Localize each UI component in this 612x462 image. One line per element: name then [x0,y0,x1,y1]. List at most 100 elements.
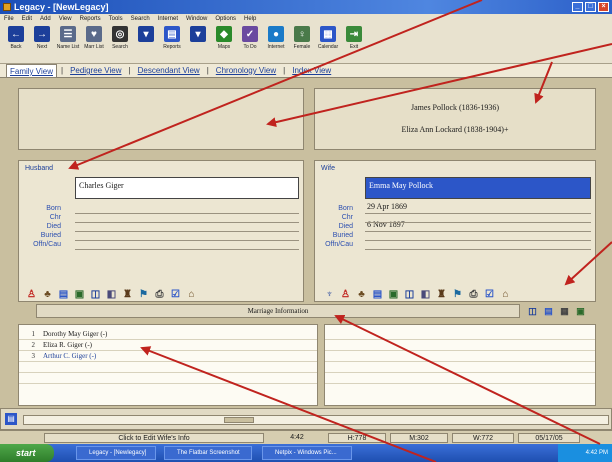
tree-icon[interactable]: ♆ [323,287,336,301]
menu-tools[interactable]: Tools [109,14,123,24]
menu-options[interactable]: Options [215,14,236,24]
wife-name-box[interactable]: Emma May Pollock [365,177,591,199]
wife-died-label: Died [338,223,353,230]
child-row-empty[interactable] [19,373,317,384]
wife-mother-name[interactable]: Eliza Ann Lockard (1838-1904)+ [315,125,595,134]
child-row-empty[interactable] [325,340,595,351]
child-row[interactable]: 1 Dorothy May Giger (-) [19,329,317,340]
toolbar-button-internet[interactable]: ● Internet [264,26,288,61]
menu-help[interactable]: Help [244,14,256,24]
legacy-app-icon [3,3,11,11]
toolbar-button-name-list[interactable]: ☰ Name List [56,26,80,61]
notes-icon[interactable]: ▤ [57,287,70,301]
dropdown-icon: ▾ [138,26,154,42]
binoculars-icon: ◎ [112,26,128,42]
research-icon[interactable]: ⚑ [451,287,464,301]
child-name[interactable]: Eliza R. Giger (-) [43,340,92,351]
menu-reports[interactable]: Reports [80,14,101,24]
notes-icon[interactable]: ▤ [371,287,384,301]
minimize-button[interactable]: _ [572,2,583,12]
tab-descendant-view[interactable]: Descendant View [135,64,203,77]
marriage-sources-icon[interactable]: ◫ [526,304,539,318]
toolbar-button-female[interactable]: ♀ Female [290,26,314,61]
taskbar-item-screenshot[interactable]: The Flatbar Screenshot [164,446,252,460]
toolbar-button-back[interactable]: ← Back [4,26,28,61]
maximize-button[interactable]: □ [585,2,596,12]
husband-parents-box[interactable] [18,88,304,150]
toolbar-button-exit[interactable]: ⇥ Exit [342,26,366,61]
menu-window[interactable]: Window [186,14,207,24]
pictures-icon[interactable]: ▣ [387,287,400,301]
tab-pedigree-view[interactable]: Pedigree View [67,64,124,77]
toolbar-button-maps[interactable]: ◆ Maps [212,26,236,61]
child-row-empty[interactable] [325,351,595,362]
tab-family-view[interactable]: Family View [6,64,57,77]
start-button[interactable]: start [0,444,54,462]
window-title-bar[interactable]: Legacy - [NewLegacy] _ □ × [0,0,612,14]
toolbar-button-search[interactable]: ◎ Search [108,26,132,61]
print-icon[interactable]: ⎙ [467,287,480,301]
pictures-icon[interactable]: ▣ [73,287,86,301]
relationship-icon[interactable]: ♜ [121,287,134,301]
menu-internet[interactable]: Internet [158,14,178,24]
individual-icon[interactable]: ♙ [339,287,352,301]
toolbar-button-next[interactable]: → Next [30,26,54,61]
addresses-icon[interactable]: ⌂ [185,287,198,301]
child-name[interactable]: Arthur C. Giger (-) [43,351,96,362]
child-row[interactable]: 3 Arthur C. Giger (-) [19,351,317,362]
toolbar-button-dropdown-5[interactable]: ▾ [134,26,158,61]
marriage-events-icon[interactable]: ▦ [558,304,571,318]
horizontal-scrollbar[interactable] [23,415,609,425]
child-row-empty[interactable] [325,329,595,340]
status-h-field: H:778 [328,433,386,443]
child-row-empty[interactable] [325,362,595,373]
research-icon[interactable]: ⚑ [137,287,150,301]
tab-chronology-view[interactable]: Chronology View [213,64,279,77]
wife-parents-box[interactable]: James Pollock (1836-1936) Eliza Ann Lock… [314,88,596,150]
wife-chr-label: Chr [341,214,353,221]
relationship-icon[interactable]: ♜ [435,287,448,301]
close-button[interactable]: × [598,2,609,12]
addresses-icon[interactable]: ⌂ [499,287,512,301]
individual-icon[interactable]: ♙ [25,287,38,301]
menu-search[interactable]: Search [131,14,150,24]
toolbar-button-to-do[interactable]: ✓ To Do [238,26,262,61]
family-icon[interactable]: ♣ [41,287,54,301]
family-icon[interactable]: ♣ [355,287,368,301]
toolbar-button-reports[interactable]: ▤ Reports [160,26,184,61]
child-name[interactable]: Dorothy May Giger (-) [43,329,107,340]
husband-chr-label: Chr [49,214,61,221]
wife-father-name[interactable]: James Pollock (1836-1936) [315,103,595,112]
toolbar-button-calendar[interactable]: ▦ Calendar [316,26,340,61]
menu-edit[interactable]: Edit [22,14,32,24]
taskbar-item-legacy[interactable]: Legacy - [Newlegacy] [76,446,156,460]
toolbar-label: Marr List [84,44,104,50]
toolbar-button-marr-list[interactable]: ♥ Marr List [82,26,106,61]
menu-add[interactable]: Add [40,14,51,24]
toolbar-button-dropdown-7[interactable]: ▾ [186,26,210,61]
child-row-empty[interactable] [19,362,317,373]
menu-file[interactable]: File [4,14,14,24]
calendar-icon: ▦ [320,26,336,42]
marriage-information-bar[interactable]: Marriage Information [36,304,520,318]
tab-index-view[interactable]: Index View [289,64,334,77]
marriage-notes-icon[interactable]: ▤ [542,304,555,318]
menu-view[interactable]: View [59,14,72,24]
print-icon[interactable]: ⎙ [153,287,166,301]
events-icon[interactable]: ◧ [105,287,118,301]
taskbar-item-netpix[interactable]: Netpix - Windows Pic... [262,446,352,460]
sources-icon[interactable]: ◫ [403,287,416,301]
child-row-empty[interactable] [325,373,595,384]
child-add-icon[interactable]: ▤ [5,413,17,425]
todo-list-icon[interactable]: ☑ [483,287,496,301]
sources-icon[interactable]: ◫ [89,287,102,301]
husband-name-box[interactable]: Charles Giger [75,177,299,199]
marriage-pictures-icon[interactable]: ▣ [574,304,587,318]
wife-born-label: Born [338,205,353,212]
child-row[interactable]: 2 Eliza R. Giger (-) [19,340,317,351]
name-list-icon: ☰ [60,26,76,42]
wife-born-date[interactable]: 29 Apr 1869 [367,202,407,211]
scrollbar-thumb[interactable] [224,417,254,423]
events-icon[interactable]: ◧ [419,287,432,301]
todo-list-icon[interactable]: ☑ [169,287,182,301]
